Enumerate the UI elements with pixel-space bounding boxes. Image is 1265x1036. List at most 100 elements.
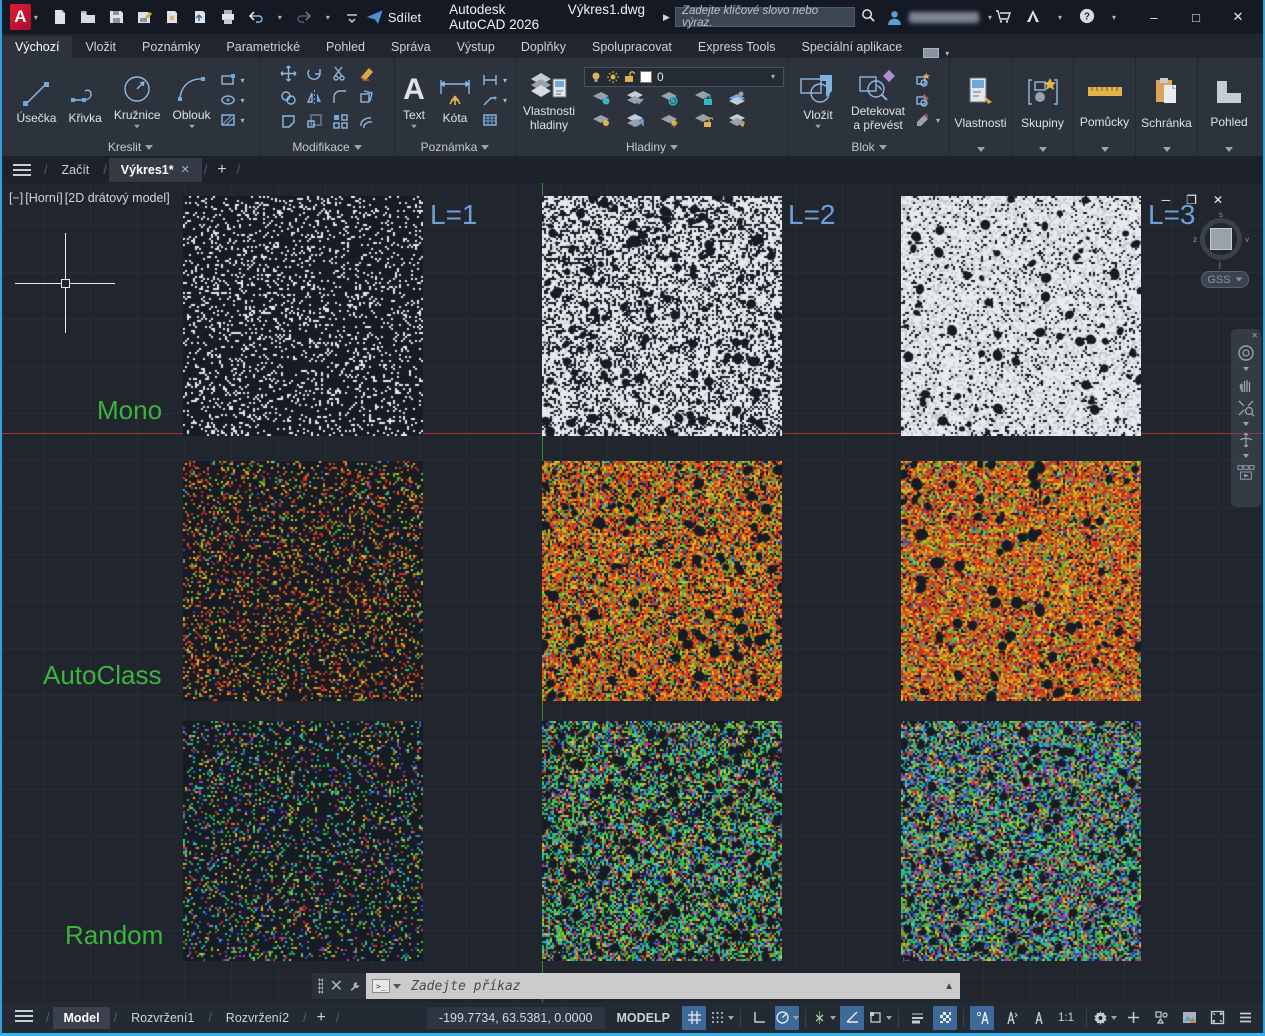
grid-toggle[interactable]	[682, 1006, 706, 1030]
explode-icon[interactable]	[358, 89, 375, 111]
viewcube-east[interactable]: v	[1245, 235, 1249, 244]
command-drag-handle[interactable]	[318, 978, 323, 994]
redo-caret-icon[interactable]: ▾	[326, 13, 330, 22]
file-tab-drawing[interactable]: Výkres1*✕	[109, 158, 202, 182]
account-caret-icon[interactable]: ▾	[988, 13, 992, 22]
ribbon-tab-sprava[interactable]: Správa	[378, 36, 444, 58]
autodesk-caret-icon[interactable]: ▾	[1058, 13, 1062, 22]
tab-rozvrzeni1[interactable]: Rozvržení1	[121, 1007, 204, 1029]
circle-flyout-icon[interactable]	[134, 125, 140, 129]
polar-tracking-toggle[interactable]	[775, 1006, 799, 1030]
panel-pomucky[interactable]: Pomůcky	[1074, 58, 1136, 156]
navbar-close-icon[interactable]: ✕	[1251, 333, 1258, 339]
plot-icon[interactable]	[163, 8, 181, 26]
layer-thaw-icon[interactable]	[660, 112, 679, 133]
help-caret-icon[interactable]: ▾	[1112, 13, 1116, 22]
pan-hand-icon[interactable]	[1237, 376, 1255, 394]
panel-pohled[interactable]: Pohled	[1198, 58, 1260, 156]
osnap-tracking-toggle[interactable]	[812, 1006, 836, 1030]
mirror-icon[interactable]	[306, 89, 323, 111]
layer-match-icon[interactable]	[728, 90, 747, 111]
print-icon[interactable]	[219, 8, 237, 26]
command-prompt-icon[interactable]: >_	[372, 979, 390, 993]
showmotion-icon[interactable]	[1237, 463, 1255, 481]
viewport-minimize-icon[interactable]: ─	[1162, 193, 1171, 207]
command-expand-icon[interactable]: ▲	[944, 981, 954, 992]
graphics-performance-icon[interactable]	[1177, 1006, 1201, 1030]
ribbon-tab-specialni-aplikace[interactable]: Speciální aplikace	[789, 36, 916, 58]
viewcube-west[interactable]: z	[1193, 235, 1197, 244]
autodesk-a-icon[interactable]	[1025, 8, 1041, 27]
customization-plus-icon[interactable]	[1121, 1006, 1145, 1030]
circle-button[interactable]: Kružnice	[111, 70, 164, 131]
tab-model[interactable]: Model	[53, 1007, 109, 1029]
detect-convert-button[interactable]: Detekovat a převést	[847, 66, 909, 134]
steering-wheel-icon[interactable]	[1237, 344, 1255, 362]
layer-lock-icon[interactable]	[694, 90, 713, 111]
panel-label-modifikace[interactable]: Modifikace	[260, 138, 394, 156]
tab-rozvrzeni2[interactable]: Rozvržení2	[216, 1007, 299, 1029]
annotation-scale-value[interactable]: 1:1	[1054, 1012, 1080, 1024]
hatch-tool[interactable]: ▾	[220, 112, 248, 128]
command-wrench-icon[interactable]	[350, 980, 360, 993]
statusbar-customize-icon[interactable]	[1233, 1006, 1257, 1030]
insert-block-button[interactable]: Vložit	[795, 70, 841, 131]
viewport-minus-control[interactable]: [−]	[8, 191, 24, 205]
wheel-flyout-icon[interactable]	[1243, 367, 1249, 371]
zoom-extents-icon[interactable]	[1237, 399, 1255, 417]
redo-icon[interactable]	[295, 8, 313, 26]
panel-schranka[interactable]: Schránka	[1136, 58, 1198, 156]
orbit-flyout-icon[interactable]	[1243, 454, 1249, 458]
ribbon-tab-vychozi[interactable]: Výchozí	[2, 36, 72, 58]
panel-label-poznamka[interactable]: Poznámka	[395, 138, 515, 156]
share-button[interactable]: Sdílet	[367, 9, 421, 25]
dimension-button[interactable]: Kóta	[434, 73, 476, 127]
leader-tool[interactable]: ▾	[482, 92, 510, 108]
osnap-toggle[interactable]	[840, 1006, 864, 1030]
search-icon[interactable]	[861, 8, 876, 26]
layer-merge-icon[interactable]	[728, 112, 747, 133]
block-attributes-tool[interactable]: ▾	[915, 112, 943, 128]
command-history-caret-icon[interactable]	[393, 984, 401, 989]
move-icon[interactable]	[280, 65, 297, 87]
customize-qat-icon[interactable]	[343, 8, 361, 26]
ellipse-tool[interactable]: ▾	[220, 92, 248, 108]
copy-icon[interactable]	[280, 89, 297, 111]
edit-block-tool[interactable]	[915, 92, 943, 108]
drawing-canvas[interactable]: L=1 L=2 L=3 Mono AutoClass Random [−] [H…	[2, 183, 1263, 1002]
viewcube-south[interactable]: j	[1219, 260, 1221, 269]
zoom-flyout-icon[interactable]	[1243, 422, 1249, 426]
viewport-visualstyle-control[interactable]: [2D drátový model]	[64, 191, 171, 205]
statusbar-menu-icon[interactable]	[14, 1009, 34, 1026]
orbit-icon[interactable]	[1237, 431, 1255, 449]
file-tab-close-icon[interactable]: ✕	[181, 163, 190, 176]
help-icon[interactable]: ?	[1079, 8, 1095, 27]
array-icon[interactable]	[332, 113, 349, 135]
fillet-icon[interactable]	[332, 89, 349, 111]
ortho-toggle[interactable]	[747, 1006, 771, 1030]
layer-isolate-icon[interactable]	[592, 90, 611, 111]
file-tabs-menu-icon[interactable]	[2, 163, 42, 177]
panel-vlastnosti[interactable]: Vlastnosti	[950, 58, 1012, 156]
ribbon-tab-vlozit[interactable]: Vložit	[72, 36, 129, 58]
save-as-icon[interactable]	[135, 8, 153, 26]
command-close-icon[interactable]: ✕	[330, 976, 343, 996]
maximize-button[interactable]: □	[1175, 2, 1217, 32]
layer-dropdown-caret-icon[interactable]: ▾	[771, 72, 775, 81]
export-icon[interactable]	[191, 8, 209, 26]
undo-icon[interactable]	[247, 8, 265, 26]
ribbon-tab-express-tools[interactable]: Express Tools	[685, 36, 789, 58]
close-button[interactable]: ✕	[1217, 2, 1259, 32]
app-logo[interactable]: A	[10, 4, 31, 30]
workspace-gear-icon[interactable]	[1093, 1006, 1117, 1030]
open-folder-icon[interactable]	[79, 8, 97, 26]
viewport-close-icon[interactable]: ✕	[1213, 193, 1223, 207]
dynamic-input-toggle[interactable]	[868, 1006, 892, 1030]
scale-icon[interactable]	[306, 113, 323, 135]
layer-dropdown[interactable]: 0 ▾	[584, 67, 784, 87]
save-icon[interactable]	[107, 8, 125, 26]
lineweight-toggle[interactable]	[905, 1006, 929, 1030]
layer-on-off-icon[interactable]	[592, 112, 611, 133]
arc-flyout-icon[interactable]	[189, 125, 195, 129]
viewcube[interactable]: s z v j	[1195, 213, 1247, 265]
